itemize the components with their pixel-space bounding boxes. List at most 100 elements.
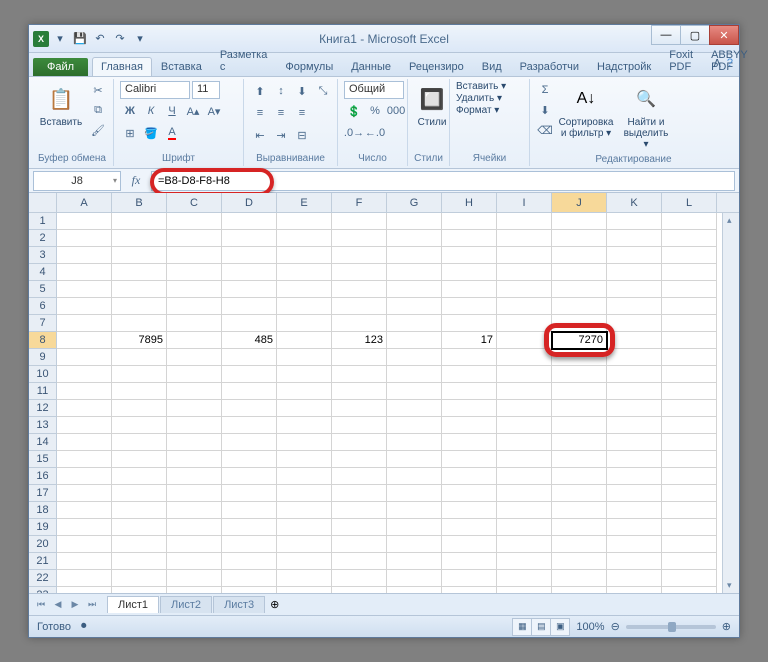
cell-I5[interactable] bbox=[497, 281, 552, 298]
cell-J1[interactable] bbox=[552, 213, 607, 230]
view-layout-icon[interactable]: ▤ bbox=[531, 618, 551, 636]
cell-L3[interactable] bbox=[662, 247, 717, 264]
cell-C14[interactable] bbox=[167, 434, 222, 451]
tab-home[interactable]: Главная bbox=[92, 57, 152, 76]
cell-E3[interactable] bbox=[277, 247, 332, 264]
cell-I15[interactable] bbox=[497, 451, 552, 468]
cell-H8[interactable]: 17 bbox=[442, 332, 497, 349]
insert-button[interactable]: Вставить ▾ bbox=[456, 81, 506, 92]
cell-K17[interactable] bbox=[607, 485, 662, 502]
find-select-button[interactable]: 🔍 Найти и выделить ▾ bbox=[618, 81, 674, 152]
close-button[interactable]: ✕ bbox=[709, 25, 739, 45]
align-middle-icon[interactable]: ↕ bbox=[271, 81, 291, 101]
row-header-22[interactable]: 22 bbox=[29, 570, 56, 587]
cell-B5[interactable] bbox=[112, 281, 167, 298]
row-header-19[interactable]: 19 bbox=[29, 519, 56, 536]
cell-L5[interactable] bbox=[662, 281, 717, 298]
cell-L2[interactable] bbox=[662, 230, 717, 247]
cell-F19[interactable] bbox=[332, 519, 387, 536]
col-header-L[interactable]: L bbox=[662, 193, 717, 212]
cell-D20[interactable] bbox=[222, 536, 277, 553]
sheet-tab-2[interactable]: Лист2 bbox=[160, 596, 212, 613]
cell-D19[interactable] bbox=[222, 519, 277, 536]
cell-G11[interactable] bbox=[387, 383, 442, 400]
cell-C5[interactable] bbox=[167, 281, 222, 298]
cell-F1[interactable] bbox=[332, 213, 387, 230]
cell-C19[interactable] bbox=[167, 519, 222, 536]
delete-button[interactable]: Удалить ▾ bbox=[456, 93, 502, 104]
cell-K14[interactable] bbox=[607, 434, 662, 451]
col-header-H[interactable]: H bbox=[442, 193, 497, 212]
cell-G10[interactable] bbox=[387, 366, 442, 383]
cell-H19[interactable] bbox=[442, 519, 497, 536]
cell-I18[interactable] bbox=[497, 502, 552, 519]
cell-L1[interactable] bbox=[662, 213, 717, 230]
cell-E9[interactable] bbox=[277, 349, 332, 366]
macro-record-icon[interactable]: ⏺ bbox=[81, 620, 87, 633]
cell-I2[interactable] bbox=[497, 230, 552, 247]
cell-J18[interactable] bbox=[552, 502, 607, 519]
cell-H21[interactable] bbox=[442, 553, 497, 570]
cell-A10[interactable] bbox=[57, 366, 112, 383]
cell-G14[interactable] bbox=[387, 434, 442, 451]
cell-F3[interactable] bbox=[332, 247, 387, 264]
cell-L7[interactable] bbox=[662, 315, 717, 332]
cell-D12[interactable] bbox=[222, 400, 277, 417]
cell-K7[interactable] bbox=[607, 315, 662, 332]
cell-K13[interactable] bbox=[607, 417, 662, 434]
cell-C13[interactable] bbox=[167, 417, 222, 434]
cell-B6[interactable] bbox=[112, 298, 167, 315]
cell-A14[interactable] bbox=[57, 434, 112, 451]
cell-A18[interactable] bbox=[57, 502, 112, 519]
row-header-5[interactable]: 5 bbox=[29, 281, 56, 298]
cell-I19[interactable] bbox=[497, 519, 552, 536]
percent-icon[interactable]: % bbox=[365, 101, 385, 121]
paste-button[interactable]: 📋 Вставить bbox=[37, 81, 85, 130]
clear-icon[interactable]: ⌫ bbox=[536, 121, 554, 139]
cell-K3[interactable] bbox=[607, 247, 662, 264]
cell-H2[interactable] bbox=[442, 230, 497, 247]
cell-F15[interactable] bbox=[332, 451, 387, 468]
format-painter-icon[interactable]: 🖌 bbox=[89, 121, 107, 139]
cell-L14[interactable] bbox=[662, 434, 717, 451]
cell-C15[interactable] bbox=[167, 451, 222, 468]
decrease-decimal-icon[interactable]: ←.0 bbox=[365, 123, 385, 143]
cell-A9[interactable] bbox=[57, 349, 112, 366]
row-header-8[interactable]: 8 bbox=[29, 332, 56, 349]
zoom-in-button[interactable]: ⊕ bbox=[722, 620, 731, 633]
cell-I7[interactable] bbox=[497, 315, 552, 332]
cell-L10[interactable] bbox=[662, 366, 717, 383]
cell-L9[interactable] bbox=[662, 349, 717, 366]
cell-I4[interactable] bbox=[497, 264, 552, 281]
row-header-6[interactable]: 6 bbox=[29, 298, 56, 315]
save-icon[interactable]: ▾ bbox=[51, 30, 69, 48]
row-header-17[interactable]: 17 bbox=[29, 485, 56, 502]
cell-E15[interactable] bbox=[277, 451, 332, 468]
col-header-I[interactable]: I bbox=[497, 193, 552, 212]
tab-developer[interactable]: Разработчи bbox=[511, 57, 588, 76]
cell-F4[interactable] bbox=[332, 264, 387, 281]
underline-button[interactable]: Ч bbox=[162, 101, 182, 121]
cell-E1[interactable] bbox=[277, 213, 332, 230]
cell-I13[interactable] bbox=[497, 417, 552, 434]
cell-F20[interactable] bbox=[332, 536, 387, 553]
tab-addins[interactable]: Надстройк bbox=[588, 57, 660, 76]
row-header-7[interactable]: 7 bbox=[29, 315, 56, 332]
cell-H6[interactable] bbox=[442, 298, 497, 315]
cell-K1[interactable] bbox=[607, 213, 662, 230]
cell-G17[interactable] bbox=[387, 485, 442, 502]
cell-K11[interactable] bbox=[607, 383, 662, 400]
cell-G19[interactable] bbox=[387, 519, 442, 536]
orientation-icon[interactable]: ⤡ bbox=[313, 81, 333, 101]
minimize-ribbon-icon[interactable]: ᐱ bbox=[713, 57, 721, 70]
cell-K20[interactable] bbox=[607, 536, 662, 553]
qat-more-icon[interactable]: ▾ bbox=[131, 30, 149, 48]
zoom-out-button[interactable]: ⊖ bbox=[611, 620, 620, 633]
cell-E4[interactable] bbox=[277, 264, 332, 281]
col-header-J[interactable]: J bbox=[552, 193, 607, 212]
cell-F7[interactable] bbox=[332, 315, 387, 332]
merge-button[interactable]: ⊟ bbox=[292, 125, 312, 145]
cell-G9[interactable] bbox=[387, 349, 442, 366]
cell-D18[interactable] bbox=[222, 502, 277, 519]
cell-G1[interactable] bbox=[387, 213, 442, 230]
